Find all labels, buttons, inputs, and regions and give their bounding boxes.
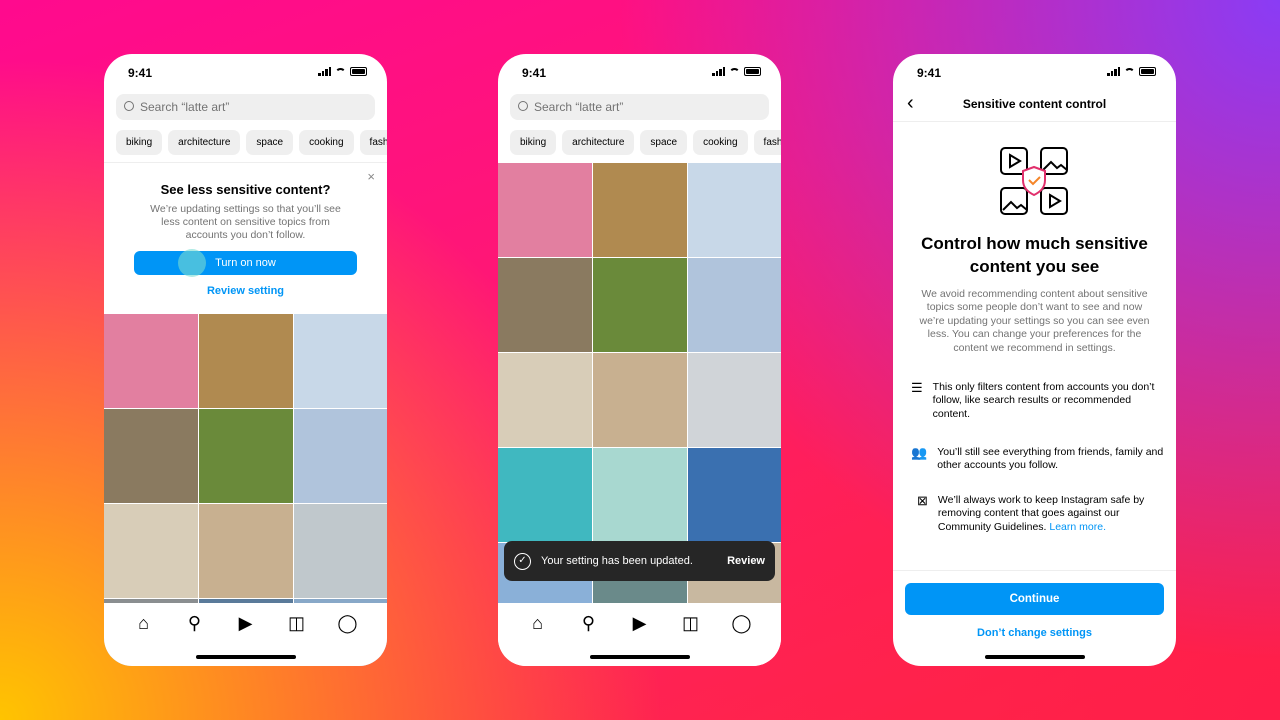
- sensitive-content-prompt: × See less sensitive content? We’re upda…: [104, 162, 387, 313]
- grid-photo[interactable]: [199, 504, 293, 598]
- info-item-safety: ⊠ We’ll always work to keep Instagram saf…: [917, 494, 1164, 534]
- settings-updated-toast: ✓ Your setting has been updated. Review: [504, 541, 775, 581]
- home-icon[interactable]: ⌂: [526, 613, 550, 666]
- time: 9:41: [522, 66, 547, 80]
- grid-photo[interactable]: [593, 448, 687, 542]
- wifi-icon: [335, 67, 346, 76]
- prompt-title: See less sensitive content?: [160, 182, 331, 197]
- phone-sensitive-control: 9:41 ‹ Sensitive content control Control …: [893, 54, 1176, 666]
- turn-on-now-button[interactable]: Turn on now: [134, 249, 357, 277]
- chip-cooking[interactable]: cooking: [299, 130, 354, 155]
- chip-space[interactable]: space: [640, 130, 688, 155]
- chip-fashion[interactable]: fash: [753, 130, 781, 155]
- grid-photo[interactable]: [688, 163, 781, 257]
- grid-photo[interactable]: [593, 258, 687, 352]
- grid-photo[interactable]: [104, 409, 198, 503]
- safety-text: We’ll always work to keep Instagram safe…: [937, 494, 1145, 533]
- grid-photo[interactable]: [593, 163, 687, 257]
- people-icon: 👥: [911, 445, 928, 460]
- search-placeholder: Search “latte art”: [140, 100, 230, 114]
- grid-photo[interactable]: [498, 353, 592, 447]
- topic-chips: biking architecture space cooking fash: [510, 130, 781, 155]
- home-indicator: [985, 655, 1085, 659]
- signal-icon: [1107, 67, 1120, 76]
- shield-media-icon: [1000, 147, 1068, 215]
- tap-indicator: [178, 249, 206, 277]
- learn-more-link[interactable]: Learn more.: [1049, 521, 1106, 533]
- header-title: Sensitive content control: [962, 97, 1107, 111]
- control-title: Control how much sensitive content you s…: [921, 234, 1148, 276]
- search-icon: [518, 101, 528, 111]
- profile-icon[interactable]: ◯: [730, 613, 754, 666]
- info-item-filters: ☰ This only filters content from accounts…: [911, 381, 1164, 421]
- grid-photo[interactable]: [688, 448, 781, 542]
- header: ‹ Sensitive content control: [893, 92, 1176, 122]
- chip-space[interactable]: space: [246, 130, 294, 155]
- status-bar: 9:41: [104, 54, 387, 90]
- grid-photo[interactable]: [294, 314, 387, 408]
- battery-icon: [350, 67, 367, 76]
- chip-biking[interactable]: biking: [510, 130, 557, 155]
- phone-explore-toast: 9:41 Search “latte art” biking architectu…: [498, 54, 781, 666]
- grid-photo[interactable]: [498, 258, 592, 352]
- hidden-image-icon: ⊠: [917, 493, 928, 508]
- phone-explore-prompt: 9:41 Search “latte art” biking architectu…: [104, 54, 387, 666]
- info-item-friends: 👥 You’ll still see everything from friend…: [911, 446, 1164, 473]
- grid-photo[interactable]: [294, 409, 387, 503]
- status-bar: 9:41: [498, 54, 781, 90]
- grid-photo[interactable]: [104, 504, 198, 598]
- search-input[interactable]: Search “latte art”: [116, 94, 375, 120]
- wifi-icon: [1124, 67, 1135, 76]
- back-icon[interactable]: ‹: [907, 92, 914, 115]
- toast-message: Your setting has been updated.: [541, 555, 693, 567]
- grid-photo[interactable]: [498, 448, 592, 542]
- status-icons: [1107, 67, 1156, 76]
- wifi-icon: [729, 67, 740, 76]
- review-setting-link[interactable]: Review setting: [104, 285, 387, 297]
- sliders-icon: ☰: [911, 380, 923, 395]
- search-placeholder: Search “latte art”: [534, 100, 624, 114]
- signal-icon: [318, 67, 331, 76]
- grid-photo[interactable]: [688, 353, 781, 447]
- info-text: You’ll still see everything from friends…: [937, 446, 1164, 472]
- battery-icon: [744, 67, 761, 76]
- grid-photo[interactable]: [104, 314, 198, 408]
- grid-photo[interactable]: [688, 258, 781, 352]
- search-icon: [124, 101, 134, 111]
- info-text: We’ll always work to keep Instagram safe…: [938, 494, 1164, 534]
- topic-chips: biking architecture space cooking fash: [116, 130, 387, 155]
- toast-review-button[interactable]: Review: [727, 555, 765, 567]
- grid-photo[interactable]: [593, 353, 687, 447]
- home-indicator: [196, 655, 296, 659]
- chip-architecture[interactable]: architecture: [562, 130, 635, 155]
- check-icon: ✓: [514, 552, 531, 570]
- grid-photo[interactable]: [199, 314, 293, 408]
- grid-photo[interactable]: [498, 163, 592, 257]
- profile-icon[interactable]: ◯: [336, 613, 360, 666]
- chip-architecture[interactable]: architecture: [168, 130, 241, 155]
- time: 9:41: [917, 66, 942, 80]
- chip-cooking[interactable]: cooking: [693, 130, 748, 155]
- status-bar: 9:41: [893, 54, 1176, 90]
- prompt-body: We’re updating settings so that you’ll s…: [150, 203, 341, 241]
- continue-button[interactable]: Continue: [905, 583, 1164, 615]
- close-icon[interactable]: ×: [367, 169, 375, 184]
- grid-photo[interactable]: [294, 504, 387, 598]
- chip-fashion[interactable]: fash: [359, 130, 387, 155]
- home-icon[interactable]: ⌂: [132, 613, 156, 666]
- control-intro: We avoid recommending content about sens…: [919, 288, 1150, 354]
- chip-biking[interactable]: biking: [116, 130, 163, 155]
- status-icons: [318, 67, 367, 76]
- battery-icon: [1139, 67, 1156, 76]
- grid-photo[interactable]: [199, 409, 293, 503]
- signal-icon: [712, 67, 725, 76]
- info-text: This only filters content from accounts …: [932, 381, 1155, 420]
- divider: [893, 570, 1176, 571]
- home-indicator: [590, 655, 690, 659]
- search-input[interactable]: Search “latte art”: [510, 94, 769, 120]
- dont-change-settings-link[interactable]: Don’t change settings: [893, 627, 1176, 639]
- status-icons: [712, 67, 761, 76]
- time: 9:41: [128, 66, 153, 80]
- turn-on-label: Turn on now: [215, 257, 276, 269]
